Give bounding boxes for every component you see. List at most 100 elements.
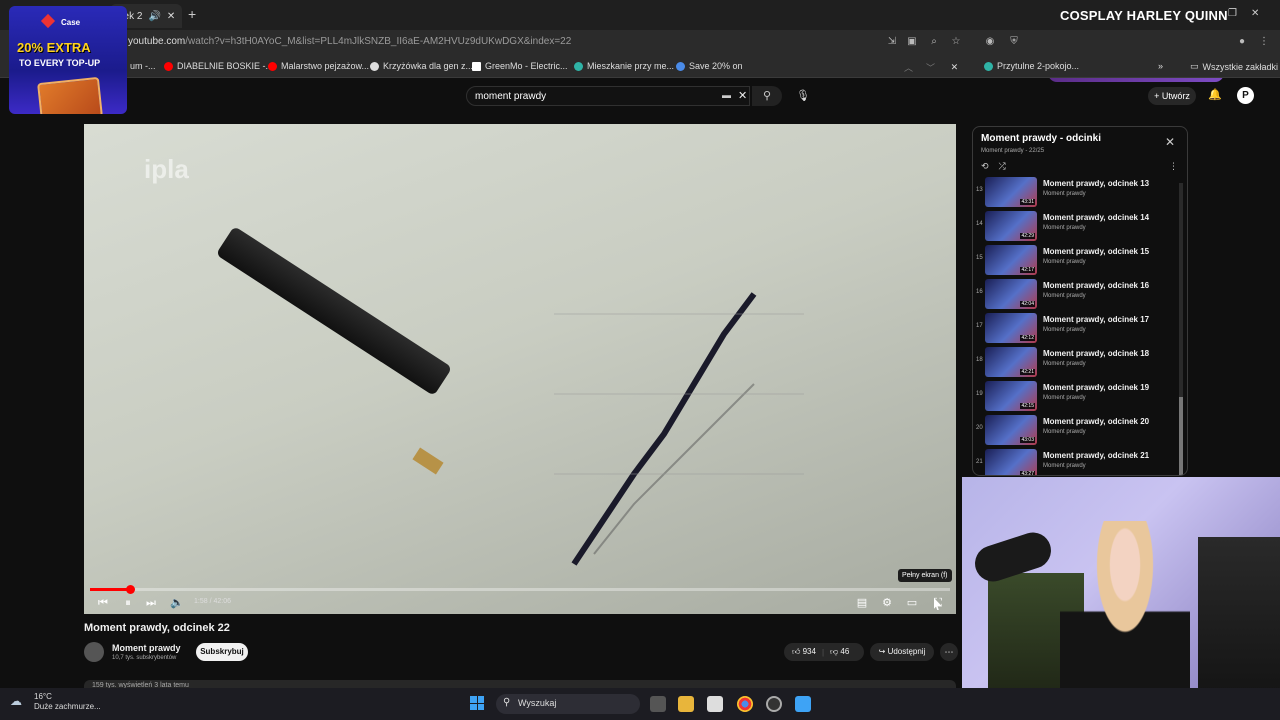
pause-icon[interactable]: ⏸ <box>121 596 135 610</box>
playlist-item-channel: Moment prawdy <box>1043 395 1086 401</box>
playlist-item[interactable]: 14 42:29 Moment prawdy, odcinek 14 Moment p… <box>973 209 1183 243</box>
playlist-controls: ⟲ ⤮ <box>981 161 1006 172</box>
bookmark-item[interactable]: GreenMo - Electric... <box>472 61 568 71</box>
store-icon[interactable] <box>707 696 723 712</box>
zoom-icon[interactable]: ⌕ <box>928 36 940 48</box>
bookmark-item[interactable]: um -... <box>130 61 156 71</box>
notifications-bell-icon[interactable]: 🔔 <box>1208 88 1222 101</box>
bookmark-item[interactable]: Malarstwo pejzażow... <box>268 61 369 71</box>
channel-name[interactable]: Moment prawdy <box>112 643 181 653</box>
playlist-item-title[interactable]: Moment prawdy, odcinek 15 <box>1043 247 1149 256</box>
bookmark-item[interactable]: Save 20% on <box>676 61 743 71</box>
channel-avatar[interactable] <box>84 642 104 662</box>
bookmark-item[interactable]: Przytulne 2-pokojo... <box>984 61 1079 71</box>
weather-widget[interactable]: ☁ 16°C Duże zachmurze... <box>10 692 101 712</box>
close-window-icon[interactable]: ✕ <box>1251 8 1259 19</box>
dislike-button[interactable]: 👎︎ 46 <box>830 647 849 657</box>
taskbar-search-box[interactable]: ⚲ Wyszukaj <box>496 694 640 714</box>
playlist-item-title[interactable]: Moment prawdy, odcinek 17 <box>1043 315 1149 324</box>
volume-icon[interactable]: 🔈 <box>170 596 184 610</box>
chevron-up-icon[interactable]: ︿ <box>904 61 913 74</box>
playlist-item-title[interactable]: Moment prawdy, odcinek 14 <box>1043 213 1149 222</box>
playlist-item-title[interactable]: Moment prawdy, odcinek 21 <box>1043 451 1149 460</box>
bookmark-star-icon[interactable]: ☆ <box>950 36 962 48</box>
settings-gear-icon[interactable]: ⚙ <box>880 596 894 610</box>
subscribe-button[interactable]: Subskrybuj <box>196 643 248 661</box>
playlist-item-title[interactable]: Moment prawdy, odcinek 20 <box>1043 417 1149 426</box>
create-button[interactable]: + Utwórz <box>1148 87 1196 105</box>
playlist-item-thumbnail[interactable]: 42:29 <box>985 211 1037 241</box>
video-player[interactable]: ipla <box>84 124 956 614</box>
app-icon[interactable] <box>795 696 811 712</box>
playlist-item-thumbnail[interactable]: 42:04 <box>985 279 1037 309</box>
all-bookmarks-button[interactable]: ▭ Wszystkie zakładki <box>1190 61 1278 72</box>
windows-start-icon[interactable] <box>470 696 484 710</box>
playlist-item[interactable]: 16 42:04 Moment prawdy, odcinek 16 Moment p… <box>973 277 1183 311</box>
theater-mode-icon[interactable]: ▭ <box>905 596 919 610</box>
playlist-menu-icon[interactable]: ⋮ <box>1169 161 1178 172</box>
clear-search-icon[interactable]: ✕ <box>738 89 747 102</box>
close-tab-icon[interactable]: ✕ <box>167 11 175 22</box>
playlist-item-title[interactable]: Moment prawdy, odcinek 18 <box>1043 349 1149 358</box>
playlist-item[interactable]: 15 42:17 Moment prawdy, odcinek 15 Moment p… <box>973 243 1183 277</box>
previous-icon[interactable]: ⏮ <box>96 596 110 610</box>
dislike-count: 46 <box>840 647 850 656</box>
playlist-item-duration: 43:03 <box>1020 437 1035 443</box>
playlist-item[interactable]: 18 42:21 Moment prawdy, odcinek 18 Moment p… <box>973 345 1183 379</box>
playlist-item-title[interactable]: Moment prawdy, odcinek 16 <box>1043 281 1149 290</box>
file-explorer-icon[interactable] <box>678 696 694 712</box>
obs-icon[interactable] <box>766 696 782 712</box>
keyboard-icon[interactable]: ▬ <box>722 90 731 100</box>
playlist-item[interactable]: 13 43:31 Moment prawdy, odcinek 13 Moment p… <box>973 175 1183 209</box>
voice-search-button[interactable]: 🎙 <box>792 86 814 106</box>
playlist-item[interactable]: 20 43:03 Moment prawdy, odcinek 20 Moment p… <box>973 413 1183 447</box>
close-find-icon[interactable]: ✕ <box>951 62 959 73</box>
task-view-icon[interactable] <box>650 696 666 712</box>
playlist-item-thumbnail[interactable]: 42:12 <box>985 313 1037 343</box>
bookmark-item[interactable]: Mieszkanie przy me... <box>574 61 674 71</box>
playlist-item-thumbnail[interactable]: 42:17 <box>985 245 1037 275</box>
close-playlist-icon[interactable]: ✕ <box>1165 135 1175 149</box>
page-action-icon[interactable]: ▣ <box>906 36 918 48</box>
shuffle-icon[interactable]: ⤮ <box>999 161 1006 172</box>
promo-ad-overlay[interactable]: Case 20% EXTRA TO EVERY TOP-UP <box>9 6 127 114</box>
search-button[interactable]: ⚲ <box>752 86 782 106</box>
bookmark-item[interactable]: Krzyżówka dla gen z... <box>370 61 473 71</box>
audio-icon[interactable]: 🔊 <box>148 11 160 22</box>
extension-shield-icon[interactable]: ⛨ <box>1008 36 1020 48</box>
account-avatar[interactable]: P <box>1237 87 1254 104</box>
search-input[interactable]: moment prawdy <box>466 86 750 106</box>
restore-icon[interactable]: ❐ <box>1228 8 1237 19</box>
like-button[interactable]: 👍︎ 934 <box>792 647 816 657</box>
playlist-item[interactable]: 21 43:27 Moment prawdy, odcinek 21 Moment p… <box>973 447 1183 475</box>
playlist-item[interactable]: 17 42:12 Moment prawdy, odcinek 17 Moment p… <box>973 311 1183 345</box>
url-path: /watch?v=h3tH0AYoC_M&list=PLL4mJlkSNZB_I… <box>185 36 572 47</box>
playlist-scrollbar-thumb[interactable] <box>1179 397 1183 475</box>
playlist-item-thumbnail[interactable]: 43:31 <box>985 177 1037 207</box>
chrome-icon[interactable] <box>737 696 753 712</box>
subtitles-icon[interactable]: ▤ <box>855 596 869 610</box>
playlist-item-thumbnail[interactable]: 42:15 <box>985 381 1037 411</box>
playlist-item-title[interactable]: Moment prawdy, odcinek 19 <box>1043 383 1149 392</box>
bookmarks-overflow-button[interactable]: » <box>1158 61 1163 71</box>
playlist-item-thumbnail[interactable]: 43:03 <box>985 415 1037 445</box>
install-app-icon[interactable]: ⇲ <box>886 36 898 48</box>
menu-icon[interactable]: ⋮ <box>1258 36 1270 48</box>
next-icon[interactable]: ⏭ <box>144 596 158 610</box>
playlist-item-title[interactable]: Moment prawdy, odcinek 13 <box>1043 179 1149 188</box>
share-button[interactable]: ↪ Udostępnij <box>870 643 934 661</box>
loop-icon[interactable]: ⟲ <box>981 161 989 172</box>
bookmark-item[interactable]: DIABELNIE BOSKIE -... <box>164 61 273 71</box>
playlist-item-thumbnail[interactable]: 42:21 <box>985 347 1037 377</box>
playlist-item-duration: 42:17 <box>1020 267 1035 273</box>
more-actions-button[interactable]: ⋯ <box>940 643 958 661</box>
chevron-down-icon[interactable]: ﹀ <box>926 61 935 74</box>
new-tab-button[interactable]: + <box>188 6 196 22</box>
playlist-title[interactable]: Moment prawdy - odcinki <box>981 133 1101 144</box>
playlist-item[interactable]: 19 42:15 Moment prawdy, odcinek 19 Moment p… <box>973 379 1183 413</box>
url-field[interactable]: youtube.com/watch?v=h3tH0AYoC_M&list=PLL… <box>128 36 571 47</box>
extension-icon[interactable]: ◉ <box>984 36 996 48</box>
playlist-item-thumbnail[interactable]: 43:27 <box>985 449 1037 475</box>
progress-bar[interactable] <box>90 588 950 591</box>
profile-icon[interactable]: ● <box>1236 36 1248 48</box>
